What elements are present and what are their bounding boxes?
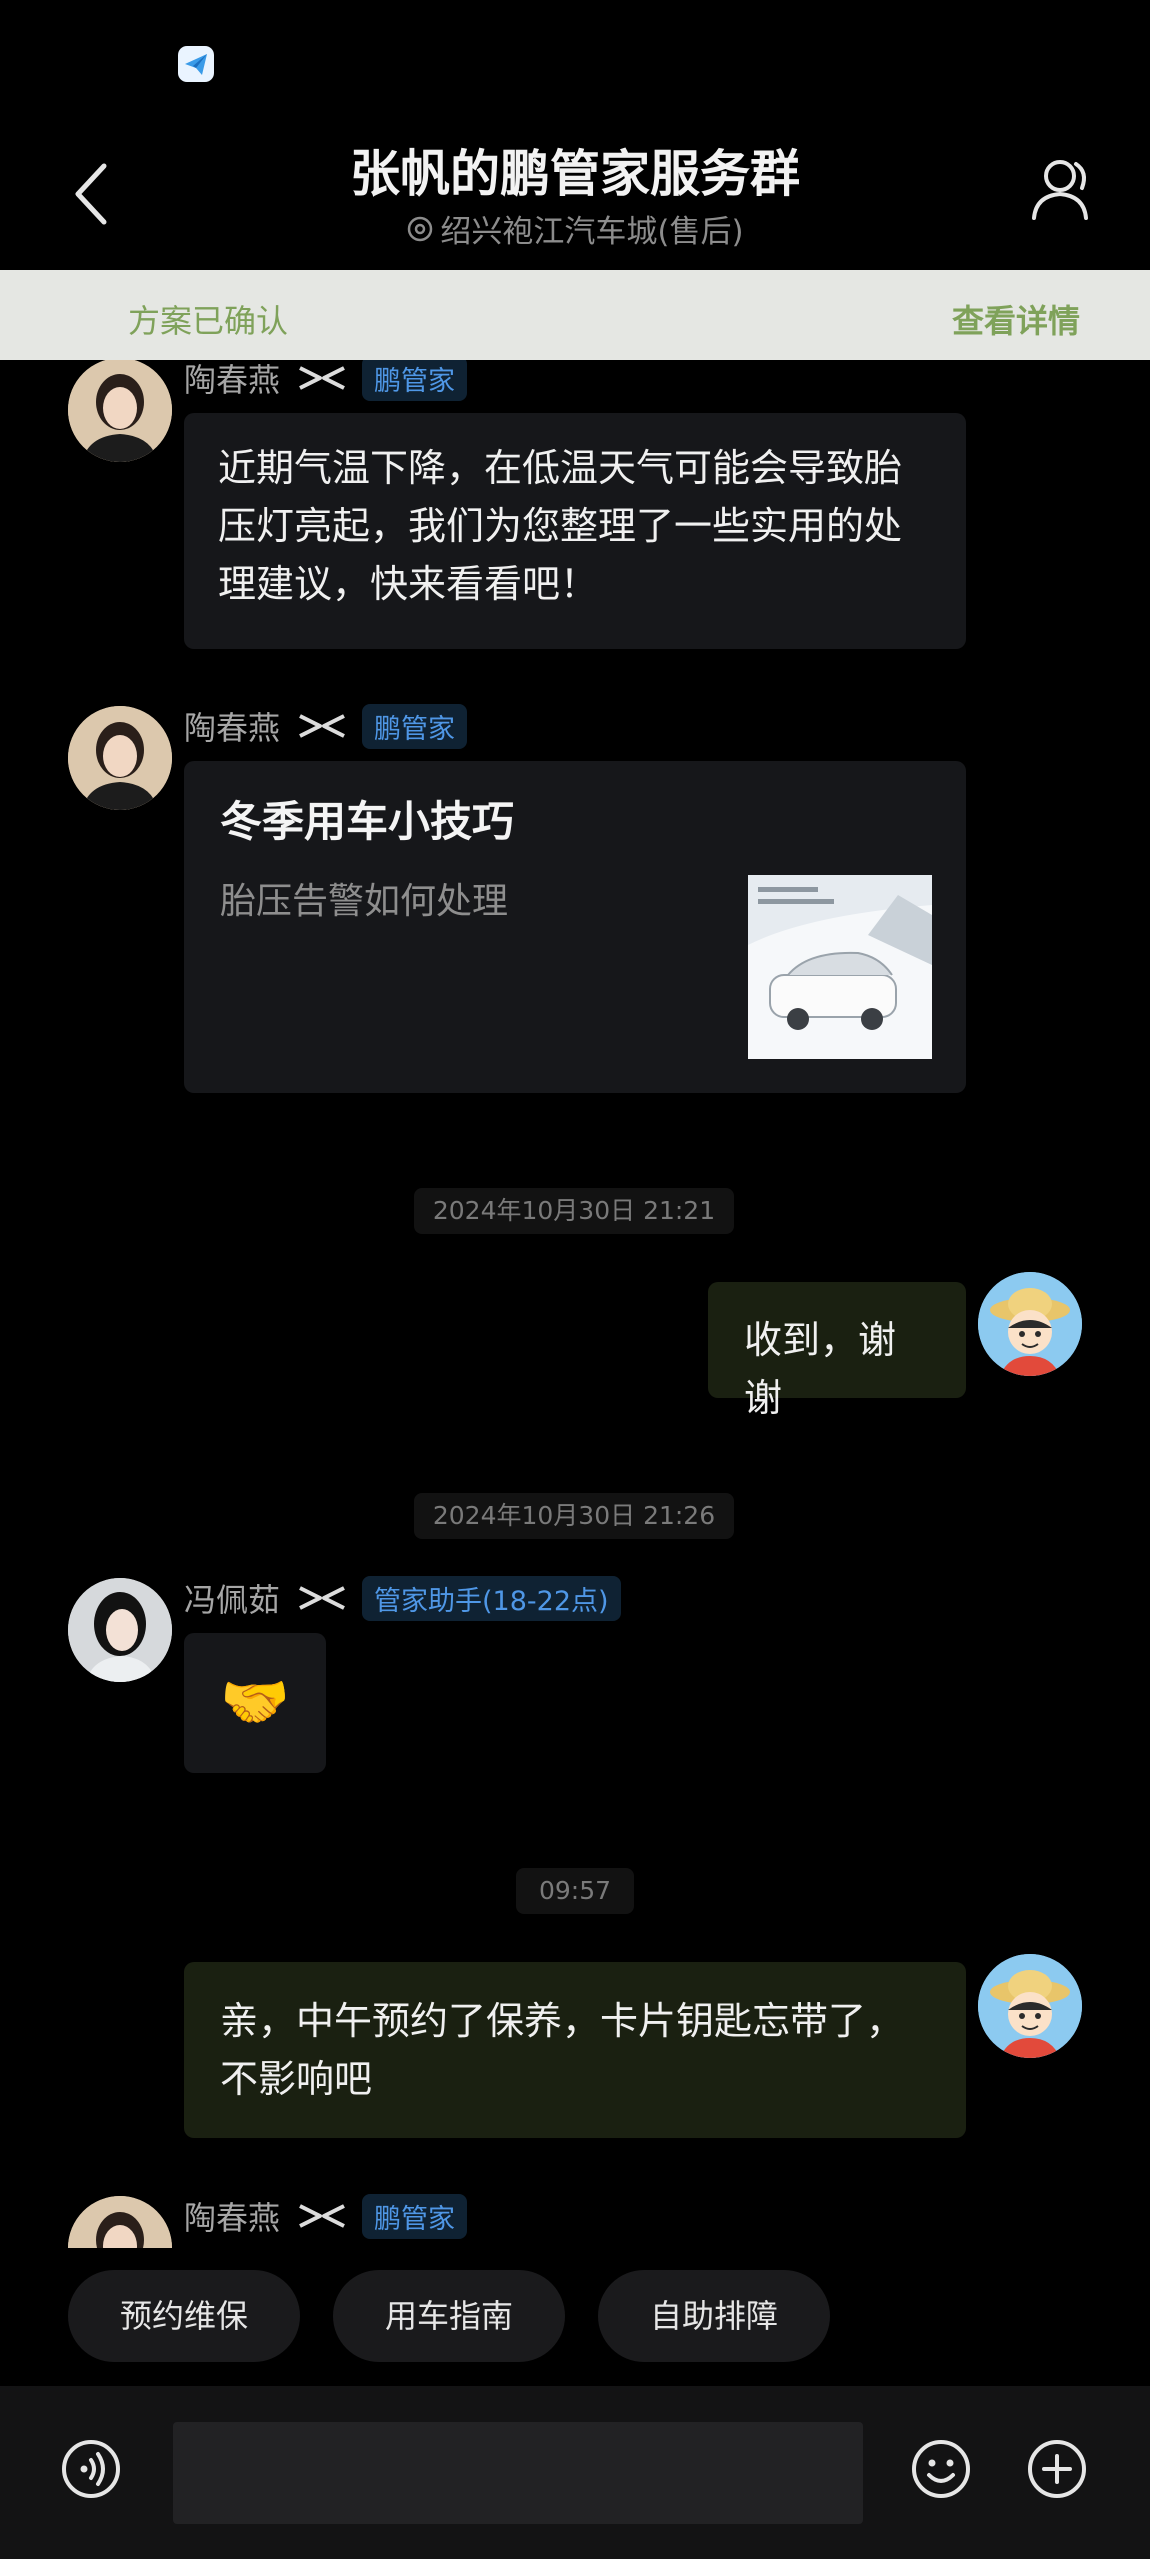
user-avatar[interactable] — [978, 1954, 1082, 2058]
status-bar — [0, 0, 1150, 120]
chat-header: 张帆的鹏管家服务群 绍兴袍江汽车城(售后) — [0, 120, 1150, 270]
message-input[interactable] — [173, 2422, 863, 2524]
chat-messages[interactable]: 陶春燕 鹏管家 近期气温下降，在低温天气可能会导致胎 压灯亮起，我们为您整理了一… — [0, 360, 1150, 2248]
card-title: 冬季用车小技巧 — [220, 797, 515, 846]
message-sender: 陶春燕 鹏管家 — [184, 360, 468, 401]
sender-role-tag: 鹏管家 — [362, 703, 468, 749]
quick-reply-maintenance[interactable]: 预约维保 — [68, 2270, 300, 2362]
message-input-bar — [0, 2386, 1150, 2559]
assistant-avatar[interactable] — [68, 1578, 172, 1682]
sender-role-tag: 鹏管家 — [362, 360, 468, 401]
emoji-message-bubble[interactable]: 🤝 — [184, 1633, 326, 1773]
message-sender: 陶春燕 鹏管家 — [184, 2193, 468, 2239]
location-text: 绍兴袍江汽车城(售后) — [440, 214, 744, 250]
message-bubble[interactable]: 近期气温下降，在低温天气可能会导致胎 压灯亮起，我们为您整理了一些实用的处 理建… — [184, 413, 966, 649]
sender-name: 陶春燕 — [184, 2199, 281, 2237]
sender-name: 冯佩茹 — [184, 1581, 281, 1619]
card-thumbnail — [748, 875, 932, 1059]
emoji-icon[interactable] — [910, 2438, 972, 2500]
message-timestamp: 09:57 — [516, 1868, 634, 1914]
plan-notice-bar: 方案已确认 查看详情 — [0, 270, 1150, 360]
handshake-emoji: 🤝 — [220, 1670, 290, 1735]
message-sender: 陶春燕 鹏管家 — [184, 703, 468, 749]
sender-name: 陶春燕 — [184, 361, 281, 399]
chat-title: 张帆的鹏管家服务群 — [350, 145, 800, 203]
quick-reply-guide[interactable]: 用车指南 — [333, 2270, 565, 2362]
xpeng-logo-icon — [299, 1586, 345, 1610]
agent-avatar[interactable] — [68, 706, 172, 810]
sender-role-tag: 鹏管家 — [362, 2193, 468, 2239]
sender-name: 陶春燕 — [184, 709, 281, 747]
xpeng-logo-icon — [299, 2204, 345, 2228]
xpeng-logo-icon — [299, 714, 345, 738]
quick-reply-troubleshoot[interactable]: 自助排障 — [598, 2270, 830, 2362]
card-subtitle: 胎压告警如何处理 — [220, 881, 509, 922]
message-text: 收到，谢谢 — [744, 1318, 897, 1420]
notification-app-icon — [178, 46, 214, 82]
plan-status: 方案已确认 — [128, 302, 289, 340]
message-timestamp: 2024年10月30日 21:26 — [414, 1493, 734, 1539]
location-pin-icon — [408, 216, 433, 241]
message-text: 亲，中午预约了保养，卡片钥匙忘带了， 不影响吧 — [220, 1999, 905, 2101]
user-avatar[interactable] — [978, 1272, 1082, 1376]
plus-icon[interactable] — [1026, 2438, 1088, 2500]
xpeng-logo-icon — [299, 366, 345, 390]
voice-icon[interactable] — [60, 2438, 122, 2500]
group-members-icon[interactable] — [1026, 154, 1098, 226]
article-card[interactable]: 冬季用车小技巧 胎压告警如何处理 — [184, 761, 966, 1093]
chat-location[interactable]: 绍兴袍江汽车城(售后) — [0, 206, 1150, 251]
sender-role-tag: 管家助手(18-22点) — [362, 1575, 621, 1621]
message-sender: 冯佩茹 管家助手(18-22点) — [184, 1575, 621, 1621]
agent-avatar[interactable] — [68, 360, 172, 462]
agent-avatar[interactable] — [68, 2196, 172, 2248]
message-timestamp: 2024年10月30日 21:21 — [414, 1188, 734, 1234]
my-message-bubble[interactable]: 收到，谢谢 — [708, 1282, 966, 1420]
my-message-bubble[interactable]: 亲，中午预约了保养，卡片钥匙忘带了， 不影响吧 — [184, 1962, 966, 2138]
view-details-link[interactable]: 查看详情 — [952, 296, 1080, 342]
message-text: 近期气温下降，在低温天气可能会导致胎 压灯亮起，我们为您整理了一些实用的处 理建… — [218, 446, 903, 606]
